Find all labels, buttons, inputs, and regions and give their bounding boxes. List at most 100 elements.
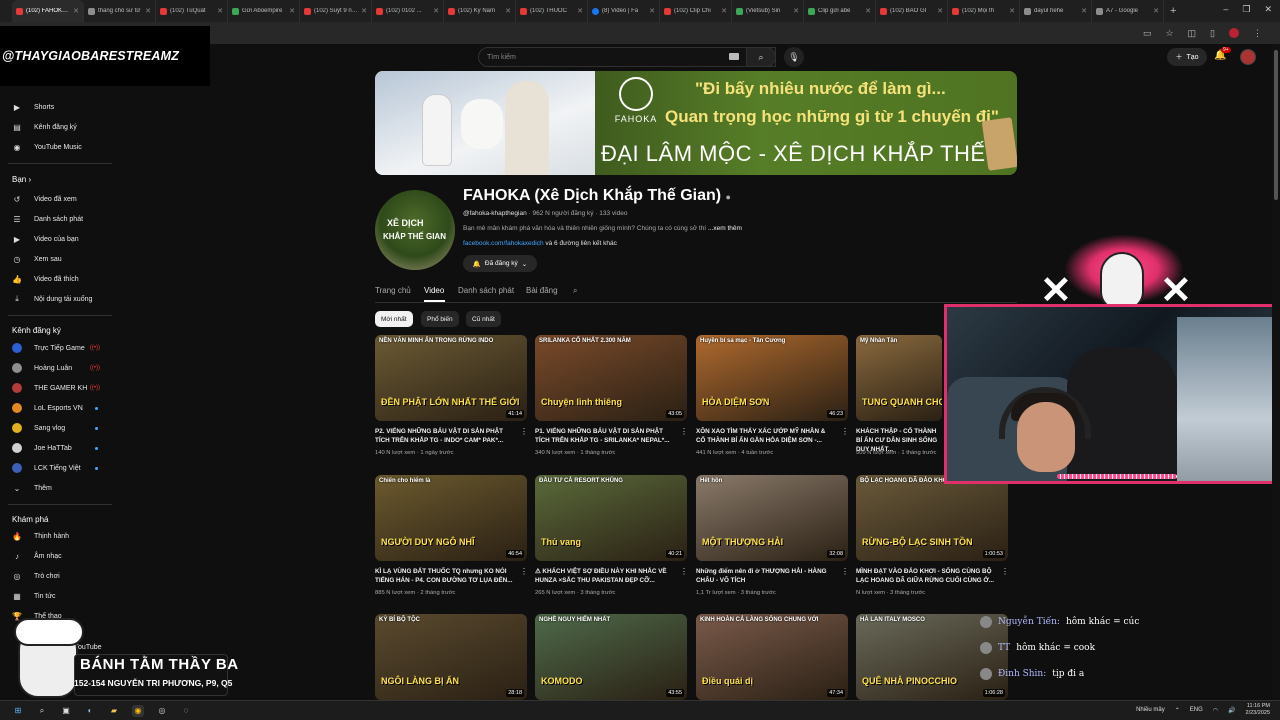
sidebar-item[interactable]: ◷ Xem sau	[12, 250, 112, 268]
subscription-channel[interactable]: Hoàng Luân ((•))	[12, 359, 112, 377]
sidebar-item[interactable]: ⌄ Thêm	[12, 479, 112, 497]
subscription-channel[interactable]: Sang vlog	[12, 419, 112, 437]
new-tab-button[interactable]: +	[1170, 5, 1176, 17]
keyboard-icon[interactable]	[729, 53, 739, 60]
browser-tab[interactable]: (102) TúQuất ✕	[156, 0, 228, 22]
browser-tab[interactable]: thắng chó sư tử ✕	[84, 0, 156, 22]
close-tab-icon[interactable]: ✕	[1081, 7, 1087, 15]
sidebar-item[interactable]: 🔥 Thịnh hành	[12, 527, 112, 545]
extensions-icon[interactable]: ◫	[1188, 28, 1197, 39]
subscription-channel[interactable]: Joe HaTTab	[12, 439, 112, 457]
video-thumbnail[interactable]: Huyền bí sa mạc - Tân Cương HỎA DIỆM SƠN 4…	[696, 335, 848, 421]
sidebar-item[interactable]: ▶ Shorts	[12, 98, 112, 116]
channel-avatar[interactable]: XÊ DỊCH KHẮP THẾ GIAN	[375, 190, 455, 270]
weather-label[interactable]: Nhiều mây	[1136, 707, 1165, 713]
video-thumbnail[interactable]: SRILANKA CỔ NHẤT 2.300 NĂM Chuyện linh th…	[535, 335, 687, 421]
browser-tab[interactable]: (102) BAO GI ✕	[876, 0, 948, 22]
maximize-button[interactable]: ❐	[1242, 4, 1250, 15]
close-tab-icon[interactable]: ✕	[433, 7, 439, 15]
sidebar-item[interactable]: 👍 Video đã thích	[12, 270, 112, 288]
sidebar-item[interactable]: ▦ Tin tức	[12, 587, 112, 605]
cast-icon[interactable]: ▭	[1143, 28, 1152, 39]
browser-tab[interactable]: A7 - Google ✕	[1092, 0, 1164, 22]
video-thumbnail[interactable]: NGHỀ NGUY HIỂM NHẤT KOMODO 43:55	[535, 614, 687, 700]
wifi-icon[interactable]: ◠	[1213, 707, 1218, 714]
close-tab-icon[interactable]: ✕	[577, 7, 583, 15]
video-title[interactable]: P1. VIẾNG NHỮNG BẢU VẬT DI SẢN PHẬT TÍCH…	[535, 427, 675, 445]
sort-chip[interactable]: Mới nhất	[375, 311, 413, 327]
channel-description[interactable]: Bạn mê mân khám phá văn hóa và thiên nhi…	[463, 225, 742, 232]
sidebar-item[interactable]: ↺ Video đã xem	[12, 190, 112, 208]
clock[interactable]: 11:16 PM 2/23/2025	[1246, 703, 1270, 717]
close-tab-icon[interactable]: ✕	[361, 7, 367, 15]
subscription-channel[interactable]: LoL Esports VN	[12, 399, 112, 417]
video-thumbnail[interactable]: Chiến cho hiểm là NGƯỜI DUY NGÔ NHĨ 46:54	[375, 475, 527, 561]
sidebar-item[interactable]: ◉ YouTube Music	[12, 138, 112, 156]
video-thumbnail[interactable]: BỘ LẠC HOANG DÃ ĐẢO KHƠI RỪNG-BỘ LẠC SINH…	[856, 475, 1008, 561]
channel-tab[interactable]: Video	[424, 286, 444, 295]
close-tab-icon[interactable]: ✕	[289, 7, 295, 15]
search-button[interactable]: ⌕	[746, 47, 776, 67]
subscription-channel[interactable]: THE GAMER KH ((•))	[12, 379, 112, 397]
video-title[interactable]: MÌNH ĐẠT VÀO ĐẢO KHƠI - SỐNG CÙNG BỘ LẠC…	[856, 567, 996, 585]
channel-search-icon[interactable]: ⌕	[573, 286, 577, 296]
more-options-icon[interactable]: ⋮	[520, 427, 528, 436]
subscription-channel[interactable]: Trực Tiếp Game ((•))	[12, 339, 112, 357]
task-view-icon[interactable]: ▣	[60, 705, 72, 717]
browser-tab[interactable]: (102) Kỳ Nam ✕	[444, 0, 516, 22]
video-title[interactable]: Những điểm nên đi ở THƯỢNG HẢI - HÀNG CH…	[696, 567, 836, 585]
close-tab-icon[interactable]: ✕	[721, 7, 727, 15]
create-button[interactable]: ＋ Tạo	[1167, 48, 1207, 66]
channel-tab[interactable]: Danh sách phát	[458, 286, 514, 295]
subscribed-button[interactable]: 🔔 Đã đăng ký ⌄	[463, 255, 537, 272]
sort-chip[interactable]: Phổ biến	[421, 311, 459, 327]
profile-avatar[interactable]	[1229, 28, 1239, 38]
file-explorer-icon[interactable]: ▰	[108, 705, 120, 717]
tray-chevron-icon[interactable]: ⌃	[1175, 707, 1180, 714]
copilot-icon[interactable]: ◐	[84, 705, 96, 717]
video-thumbnail[interactable]: KINH HOÀN CẢ LÀNG SỐNG CHUNG VỚI Điều quá…	[696, 614, 848, 700]
close-tab-icon[interactable]: ✕	[73, 7, 79, 15]
channel-tab[interactable]: Trang chủ	[375, 286, 411, 295]
volume-icon[interactable]: 🔊	[1228, 707, 1235, 714]
video-thumbnail[interactable]: ĐẦU TƯ CẢ RESORT KHỦNG Thủ vang 40:21	[535, 475, 687, 561]
browser-menu-icon[interactable]: ⋮	[1253, 28, 1262, 39]
voice-search-button[interactable]: 🎙	[784, 47, 804, 67]
video-thumbnail[interactable]: Mỹ Nhân Tân TUNG QUANH CHO ĐẾN	[856, 335, 942, 421]
close-tab-icon[interactable]: ✕	[1009, 7, 1015, 15]
account-avatar[interactable]	[1240, 49, 1256, 65]
minimize-button[interactable]: –	[1223, 4, 1228, 15]
scrollbar-thumb[interactable]	[1274, 50, 1278, 200]
video-title[interactable]: KÌ LẠ VÙNG ĐẤT THUỐC TQ nhưng KO NÓI TIẾ…	[375, 567, 515, 585]
close-window-button[interactable]: ✕	[1264, 4, 1272, 15]
browser-tab[interactable]: (102) Suýt 9 năm ✕	[300, 0, 372, 22]
more-options-icon[interactable]: ⋮	[680, 567, 688, 576]
browser-tab[interactable]: (102) Mọi th ✕	[948, 0, 1020, 22]
more-options-icon[interactable]: ⋮	[520, 567, 528, 576]
close-tab-icon[interactable]: ✕	[793, 7, 799, 15]
show-more-link[interactable]: ...xem thêm	[708, 225, 742, 232]
browser-tab[interactable]: (102) THUỐC ✕	[516, 0, 588, 22]
more-options-icon[interactable]: ⋮	[841, 567, 849, 576]
browser-tab[interactable]: (8) Video | Fa ✕	[588, 0, 660, 22]
sort-chip[interactable]: Cũ nhất	[466, 311, 501, 327]
close-tab-icon[interactable]: ✕	[1153, 7, 1159, 15]
channel-tab[interactable]: Bài đăng	[526, 286, 558, 295]
app-icon[interactable]: ◌	[180, 705, 192, 717]
subscription-channel[interactable]: LCK Tiếng Việt	[12, 459, 112, 477]
more-options-icon[interactable]: ⋮	[1001, 567, 1009, 576]
close-tab-icon[interactable]: ✕	[145, 7, 151, 15]
close-tab-icon[interactable]: ✕	[649, 7, 655, 15]
language-label[interactable]: ENG	[1190, 707, 1203, 713]
browser-tab[interactable]: (102) 0102 ... ✕	[372, 0, 444, 22]
browser-tab[interactable]: Clip gửi abe ✕	[804, 0, 876, 22]
video-title[interactable]: XÔN XAO TÌM THẤY XÁC ƯỚP MỸ NHÂN & CỔ TH…	[696, 427, 836, 445]
close-tab-icon[interactable]: ✕	[865, 7, 871, 15]
sidepanel-icon[interactable]: ▯	[1210, 28, 1215, 39]
sidebar-item[interactable]: ⤓ Nội dung tải xuống	[12, 290, 112, 308]
bookmark-star-icon[interactable]: ☆	[1165, 28, 1173, 39]
video-thumbnail[interactable]: Hết hồn MỘT THƯỢNG HẢI 32:08	[696, 475, 848, 561]
chrome-icon[interactable]: ◉	[132, 704, 144, 717]
video-thumbnail[interactable]: NỀN VĂN MINH ẨN TRONG RỪNG INDO ĐỀN PHẬT …	[375, 335, 527, 421]
more-options-icon[interactable]: ⋮	[680, 427, 688, 436]
